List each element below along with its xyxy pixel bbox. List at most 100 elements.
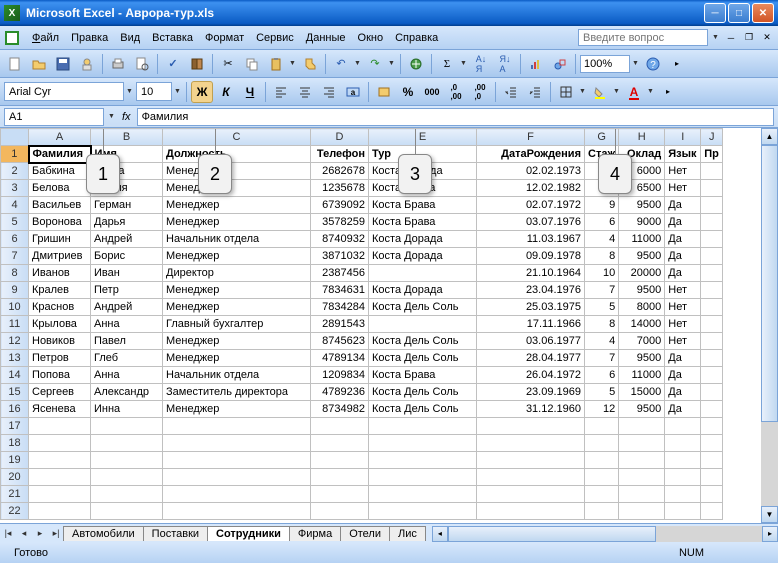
cell-F16[interactable]: 31.12.1960 xyxy=(477,401,585,418)
autosum-button[interactable]: Σ xyxy=(436,53,458,75)
cell-B21[interactable] xyxy=(91,486,163,503)
cell-J7[interactable] xyxy=(701,248,723,265)
cell-G9[interactable]: 7 xyxy=(585,282,619,299)
comma-button[interactable]: 000 xyxy=(421,81,443,103)
vertical-scrollbar[interactable]: ▲ ▼ xyxy=(761,128,778,523)
cell-J2[interactable] xyxy=(701,163,723,180)
cell-G18[interactable] xyxy=(585,435,619,452)
print-button[interactable] xyxy=(107,53,129,75)
cell-E21[interactable] xyxy=(369,486,477,503)
cell-C14[interactable]: Начальник отдела xyxy=(163,367,311,384)
cell-E12[interactable]: Коста Дель Соль xyxy=(369,333,477,350)
save-button[interactable] xyxy=(52,53,74,75)
chart-wizard-button[interactable] xyxy=(525,53,547,75)
cell-H17[interactable] xyxy=(619,418,665,435)
cell-D13[interactable]: 4789134 xyxy=(311,350,369,367)
row-header-9[interactable]: 9 xyxy=(1,282,29,299)
cell-J22[interactable] xyxy=(701,503,723,520)
sheet-tab-Поставки[interactable]: Поставки xyxy=(143,526,208,541)
cell-B19[interactable] xyxy=(91,452,163,469)
cell-A8[interactable]: Иванов xyxy=(29,265,91,282)
cell-A18[interactable] xyxy=(29,435,91,452)
close-button[interactable]: ✕ xyxy=(752,3,774,23)
menu-insert[interactable]: Вставка xyxy=(146,30,199,46)
cell-D11[interactable]: 2891543 xyxy=(311,316,369,333)
name-box-dropdown-icon[interactable]: ▼ xyxy=(108,113,116,120)
col-header-F[interactable]: F xyxy=(477,129,585,146)
cell-A2[interactable]: Бабкина xyxy=(29,163,91,180)
help-dropdown-icon[interactable]: ▼ xyxy=(712,34,720,41)
cell-C12[interactable]: Менеджер xyxy=(163,333,311,350)
cell-D15[interactable]: 4789236 xyxy=(311,384,369,401)
cell-G8[interactable]: 10 xyxy=(585,265,619,282)
row-header-17[interactable]: 17 xyxy=(1,418,29,435)
name-box[interactable]: A1 xyxy=(4,108,104,126)
tab-prev-button[interactable]: ◂ xyxy=(16,526,32,542)
row-header-6[interactable]: 6 xyxy=(1,231,29,248)
cell-C16[interactable]: Менеджер xyxy=(163,401,311,418)
cell-G15[interactable]: 5 xyxy=(585,384,619,401)
cell-F15[interactable]: 23.09.1969 xyxy=(477,384,585,401)
cell-I14[interactable]: Да xyxy=(665,367,701,384)
cell-A12[interactable]: Новиков xyxy=(29,333,91,350)
menu-edit[interactable]: Правка xyxy=(65,30,114,46)
fill-color-button[interactable] xyxy=(589,81,611,103)
cell-I22[interactable] xyxy=(665,503,701,520)
cell-F5[interactable]: 03.07.1976 xyxy=(477,214,585,231)
row-header-11[interactable]: 11 xyxy=(1,316,29,333)
cell-J16[interactable] xyxy=(701,401,723,418)
format-painter-button[interactable] xyxy=(299,53,321,75)
cell-I12[interactable]: Нет xyxy=(665,333,701,350)
col-header-D[interactable]: D xyxy=(311,129,369,146)
cell-I1[interactable]: Язык xyxy=(665,146,701,163)
cut-button[interactable]: ✂ xyxy=(217,53,239,75)
row-header-7[interactable]: 7 xyxy=(1,248,29,265)
help-search-input[interactable] xyxy=(578,29,708,46)
cell-F17[interactable] xyxy=(477,418,585,435)
decrease-decimal-button[interactable]: ,00,0 xyxy=(469,81,491,103)
align-left-button[interactable] xyxy=(270,81,292,103)
vscroll-thumb[interactable] xyxy=(761,145,778,422)
print-preview-button[interactable] xyxy=(131,53,153,75)
cell-B14[interactable]: Анна xyxy=(91,367,163,384)
cell-G17[interactable] xyxy=(585,418,619,435)
cell-J9[interactable] xyxy=(701,282,723,299)
cell-H11[interactable]: 14000 xyxy=(619,316,665,333)
cell-I20[interactable] xyxy=(665,469,701,486)
cell-H7[interactable]: 9500 xyxy=(619,248,665,265)
cell-D22[interactable] xyxy=(311,503,369,520)
cell-G11[interactable]: 8 xyxy=(585,316,619,333)
row-header-19[interactable]: 19 xyxy=(1,452,29,469)
cell-I3[interactable]: Нет xyxy=(665,180,701,197)
cell-J21[interactable] xyxy=(701,486,723,503)
row-header-3[interactable]: 3 xyxy=(1,180,29,197)
row-header-21[interactable]: 21 xyxy=(1,486,29,503)
cell-B9[interactable]: Петр xyxy=(91,282,163,299)
cell-J13[interactable] xyxy=(701,350,723,367)
sheet-tab-Отели[interactable]: Отели xyxy=(340,526,390,541)
cell-A5[interactable]: Воронова xyxy=(29,214,91,231)
cell-A1[interactable]: Фамилия xyxy=(29,146,91,163)
cell-E13[interactable]: Коста Дель Соль xyxy=(369,350,477,367)
cell-A4[interactable]: Васильев xyxy=(29,197,91,214)
row-header-1[interactable]: 1 xyxy=(1,146,29,163)
cell-C5[interactable]: Менеджер xyxy=(163,214,311,231)
cell-I21[interactable] xyxy=(665,486,701,503)
cell-J19[interactable] xyxy=(701,452,723,469)
cell-D4[interactable]: 6739092 xyxy=(311,197,369,214)
cell-F12[interactable]: 03.06.1977 xyxy=(477,333,585,350)
cell-D16[interactable]: 8734982 xyxy=(311,401,369,418)
row-header-8[interactable]: 8 xyxy=(1,265,29,282)
cell-B7[interactable]: Борис xyxy=(91,248,163,265)
cell-J14[interactable] xyxy=(701,367,723,384)
cell-G20[interactable] xyxy=(585,469,619,486)
cell-B8[interactable]: Иван xyxy=(91,265,163,282)
font-size-combo[interactable]: 10 xyxy=(136,82,172,101)
cell-E10[interactable]: Коста Дель Соль xyxy=(369,299,477,316)
cell-F7[interactable]: 09.09.1978 xyxy=(477,248,585,265)
cell-C6[interactable]: Начальник отдела xyxy=(163,231,311,248)
cell-F21[interactable] xyxy=(477,486,585,503)
cell-E17[interactable] xyxy=(369,418,477,435)
cell-G14[interactable]: 6 xyxy=(585,367,619,384)
menu-window[interactable]: Окно xyxy=(352,30,390,46)
